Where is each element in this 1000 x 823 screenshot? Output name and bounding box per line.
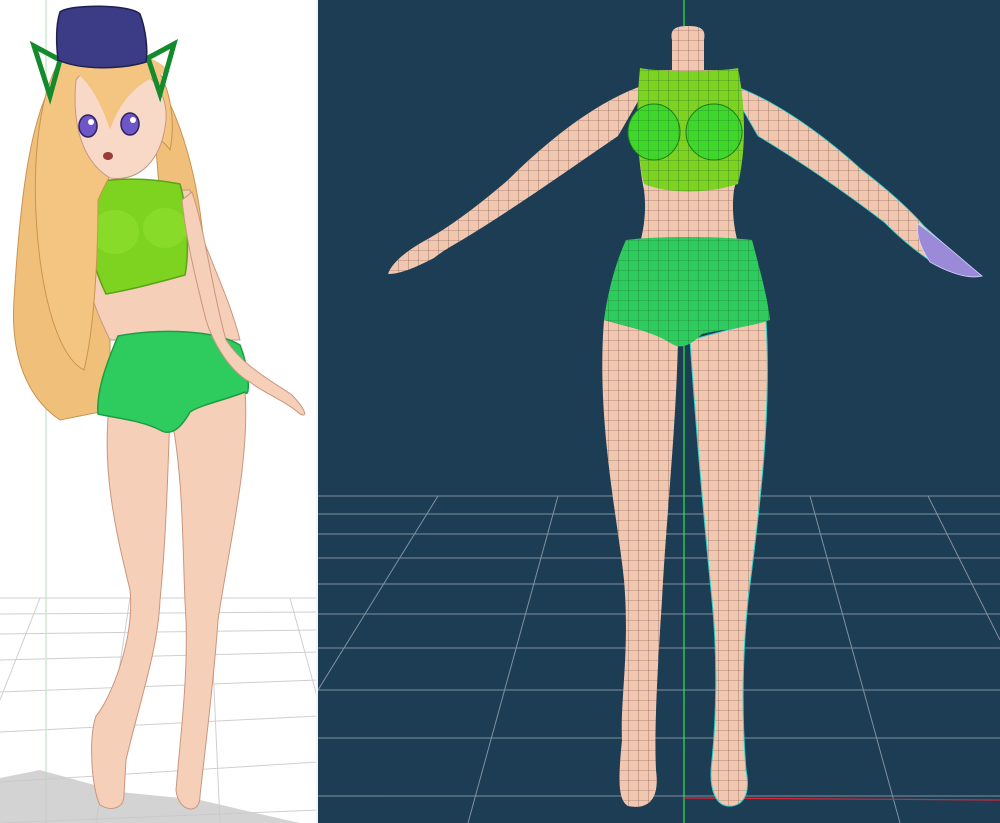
wireframe-viewport	[318, 0, 1000, 823]
navy-hat	[55, 5, 148, 69]
right-eye-shine	[130, 117, 136, 123]
character-shadow	[0, 770, 300, 823]
selected-hand-icon	[917, 223, 983, 278]
model-chest-right-wire	[686, 104, 742, 160]
model-chest-left-wire	[628, 104, 680, 160]
model-left-leg-wire	[602, 320, 678, 807]
toon-character-render	[0, 0, 318, 823]
left-leg	[91, 399, 171, 809]
toon-render-panel	[0, 0, 318, 823]
left-eye-shine	[88, 119, 94, 125]
model-right-leg-wire	[689, 319, 768, 807]
right-leg	[169, 389, 247, 810]
right-eye	[120, 112, 140, 136]
top-highlight-right	[143, 208, 187, 248]
model-left-arm-wire	[388, 84, 648, 274]
left-eye	[78, 114, 98, 138]
3d-viewport-panel	[318, 0, 1000, 823]
mouth	[103, 152, 113, 160]
model-neck-wire	[671, 26, 705, 70]
